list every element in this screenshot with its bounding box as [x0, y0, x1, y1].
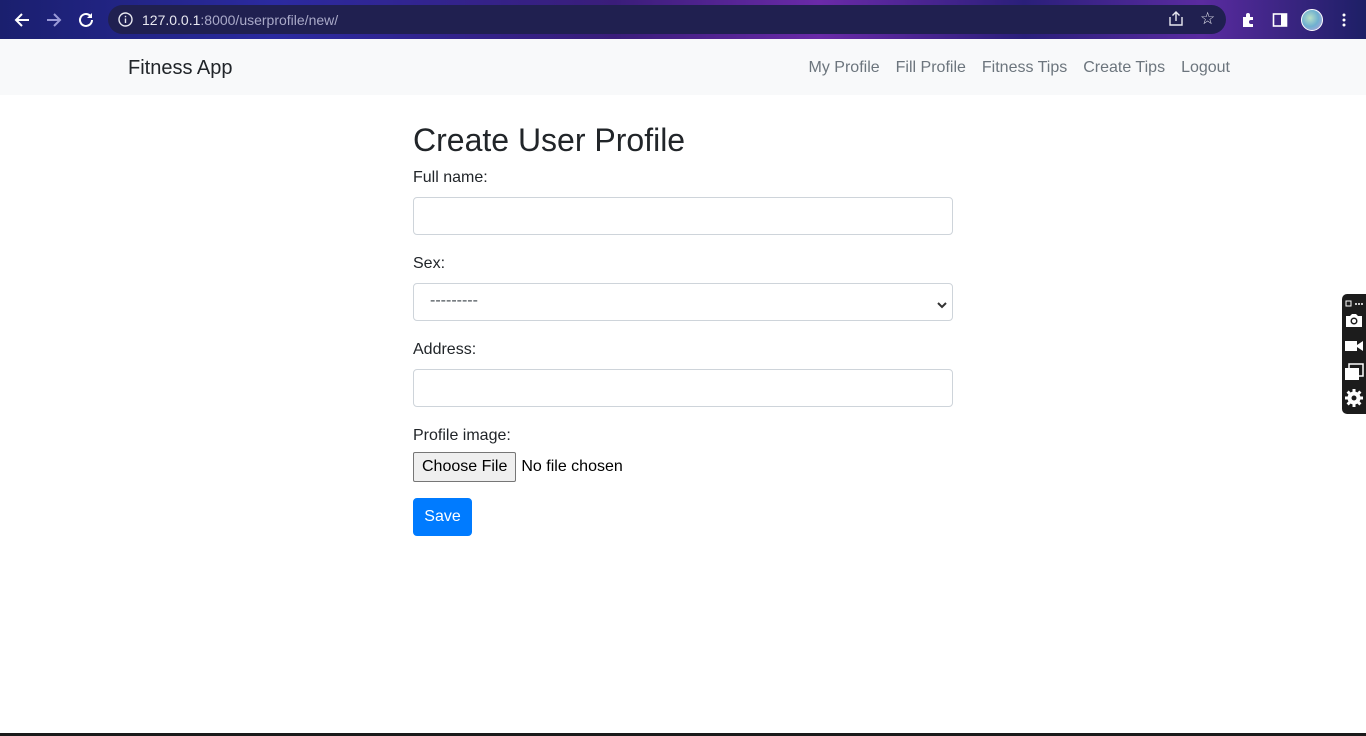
profile-avatar[interactable] — [1301, 9, 1323, 31]
sex-label: Sex: — [413, 255, 446, 272]
full-name-label: Full name: — [413, 169, 488, 186]
capture-toolbar — [1342, 294, 1366, 414]
gear-icon[interactable] — [1344, 388, 1364, 408]
choose-file-button[interactable]: Choose File — [413, 452, 517, 482]
menu-dots-icon[interactable] — [1332, 8, 1356, 32]
url-path: :8000/userprofile/new/ — [200, 12, 339, 28]
url-text[interactable]: 127.0.0.1:8000/userprofile/new/ — [142, 12, 338, 28]
chevron-down-icon — [936, 297, 948, 315]
nav-logout[interactable]: Logout — [1181, 59, 1230, 77]
video-camera-icon[interactable] — [1344, 336, 1364, 356]
nav-links: My Profile Fill Profile Fitness Tips Cre… — [809, 59, 1230, 77]
share-icon[interactable] — [1168, 11, 1184, 32]
site-navbar: Fitness App My Profile Fill Profile Fitn… — [0, 39, 1366, 95]
nav-fitness-tips[interactable]: Fitness Tips — [982, 59, 1067, 77]
bookmark-star-icon[interactable]: ☆ — [1200, 10, 1215, 27]
info-icon[interactable] — [118, 12, 133, 27]
sex-selected-value: --------- — [430, 292, 478, 309]
brand-link[interactable]: Fitness App — [128, 57, 233, 80]
nav-my-profile[interactable]: My Profile — [809, 59, 880, 77]
arrow-right-icon[interactable] — [42, 8, 66, 32]
nav-create-tips[interactable]: Create Tips — [1083, 59, 1165, 77]
sex-select[interactable]: --------- — [413, 283, 953, 321]
profile-form: Create User Profile Full name: Sex: ----… — [413, 118, 953, 536]
full-name-field[interactable] — [413, 197, 953, 235]
file-status-text: No file chosen — [521, 458, 623, 475]
save-button[interactable]: Save — [413, 498, 472, 536]
extensions-puzzle-icon[interactable] — [1236, 8, 1260, 32]
windows-icon[interactable] — [1344, 362, 1364, 382]
address-bar[interactable]: 127.0.0.1:8000/userprofile/new/ ☆ — [108, 5, 1226, 34]
arrow-left-icon[interactable] — [10, 8, 34, 32]
toolbar-options-icon[interactable] — [1344, 296, 1364, 307]
page-title: Create User Profile — [413, 122, 686, 158]
address-label: Address: — [413, 341, 477, 358]
reload-icon[interactable] — [74, 8, 98, 32]
url-host: 127.0.0.1 — [142, 12, 201, 28]
camera-icon[interactable] — [1344, 310, 1364, 330]
address-field[interactable] — [413, 369, 953, 407]
file-input: Choose File No file chosen — [413, 452, 953, 482]
browser-toolbar: 127.0.0.1:8000/userprofile/new/ ☆ — [0, 0, 1366, 39]
profile-image-label: Profile image: — [413, 427, 511, 444]
side-panel-icon[interactable] — [1268, 8, 1292, 32]
nav-fill-profile[interactable]: Fill Profile — [896, 59, 966, 77]
